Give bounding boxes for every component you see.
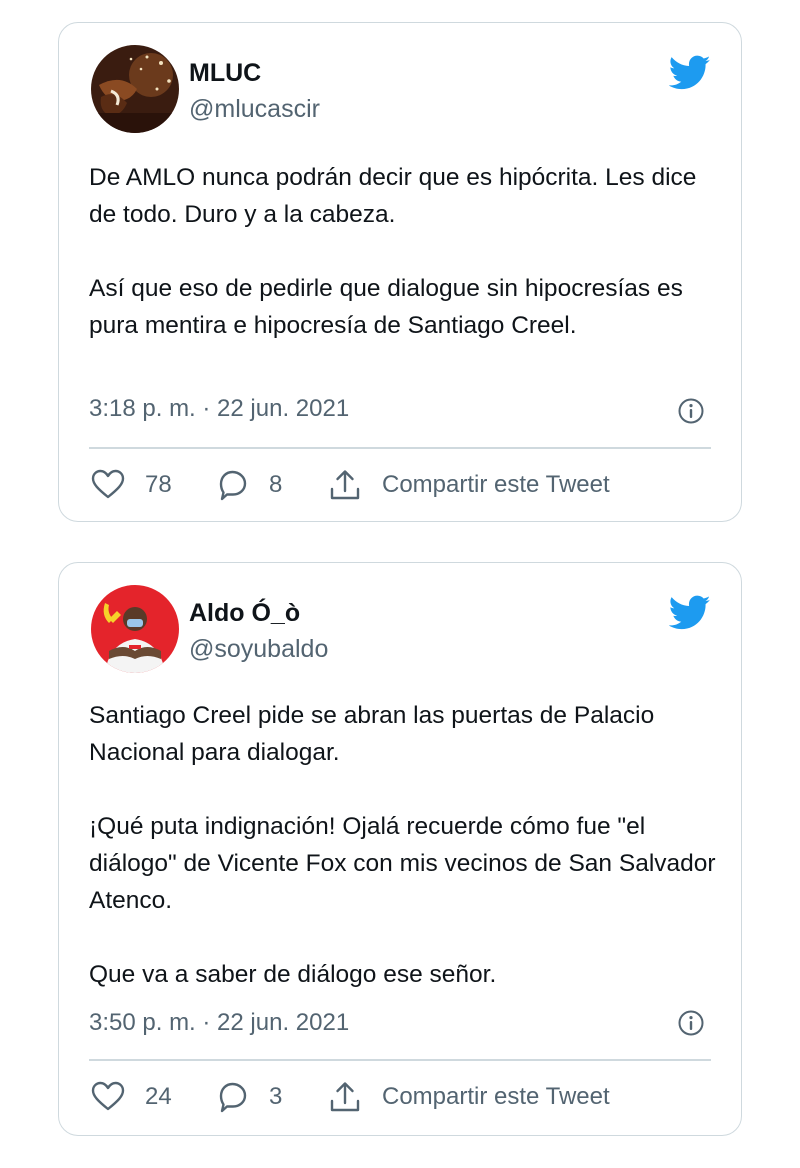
like-count: 78 <box>145 471 172 498</box>
divider <box>89 447 711 449</box>
share-label: Compartir este Tweet <box>382 1083 610 1110</box>
reply-icon <box>219 470 247 501</box>
tweet-actions: 24 3 Compartir este Tweet <box>91 1077 711 1117</box>
share-button[interactable]: Compartir este Tweet <box>328 1080 610 1114</box>
share-icon <box>330 470 360 500</box>
share-icon <box>330 1082 360 1112</box>
heart-icon <box>91 469 125 499</box>
tweet-timestamp[interactable]: 3:18 p. m. · 22 jun. 2021 <box>89 395 349 423</box>
reply-button[interactable]: 8 <box>215 468 328 502</box>
share-label: Compartir este Tweet <box>382 471 610 498</box>
display-name[interactable]: MLUC <box>189 59 261 88</box>
display-name[interactable]: Aldo Ó_ò <box>189 599 300 628</box>
divider <box>89 1059 711 1061</box>
tweet-text: Santiago Creel pide se abran las puertas… <box>89 702 716 988</box>
share-button[interactable]: Compartir este Tweet <box>328 468 610 502</box>
tweet-card[interactable]: Aldo Ó_ò @soyubaldo Santiago Creel pide … <box>58 562 742 1136</box>
twitter-bird-icon[interactable] <box>669 55 711 91</box>
twitter-bird-icon[interactable] <box>669 595 711 631</box>
like-button[interactable]: 24 <box>91 1080 215 1114</box>
like-button[interactable]: 78 <box>91 468 215 502</box>
avatar[interactable] <box>91 45 179 133</box>
tweet-card[interactable]: MLUC @mlucascir De AMLO nunca podrán dec… <box>58 22 742 522</box>
like-count: 24 <box>145 1083 172 1110</box>
reply-count: 3 <box>269 1083 283 1110</box>
user-handle[interactable]: @soyubaldo <box>189 635 328 664</box>
heart-icon <box>91 1081 125 1111</box>
tweet-timestamp[interactable]: 3:50 p. m. · 22 jun. 2021 <box>89 1009 349 1037</box>
tweet-actions: 78 8 Compartir este Tweet <box>91 465 711 505</box>
avatar[interactable] <box>91 585 179 673</box>
info-icon[interactable] <box>677 1009 705 1037</box>
user-handle[interactable]: @mlucascir <box>189 95 320 124</box>
reply-button[interactable]: 3 <box>215 1080 328 1114</box>
info-icon[interactable] <box>677 397 705 425</box>
reply-count: 8 <box>269 471 283 498</box>
reply-icon <box>219 1082 247 1113</box>
tweet-text: De AMLO nunca podrán decir que es hipócr… <box>89 164 697 339</box>
